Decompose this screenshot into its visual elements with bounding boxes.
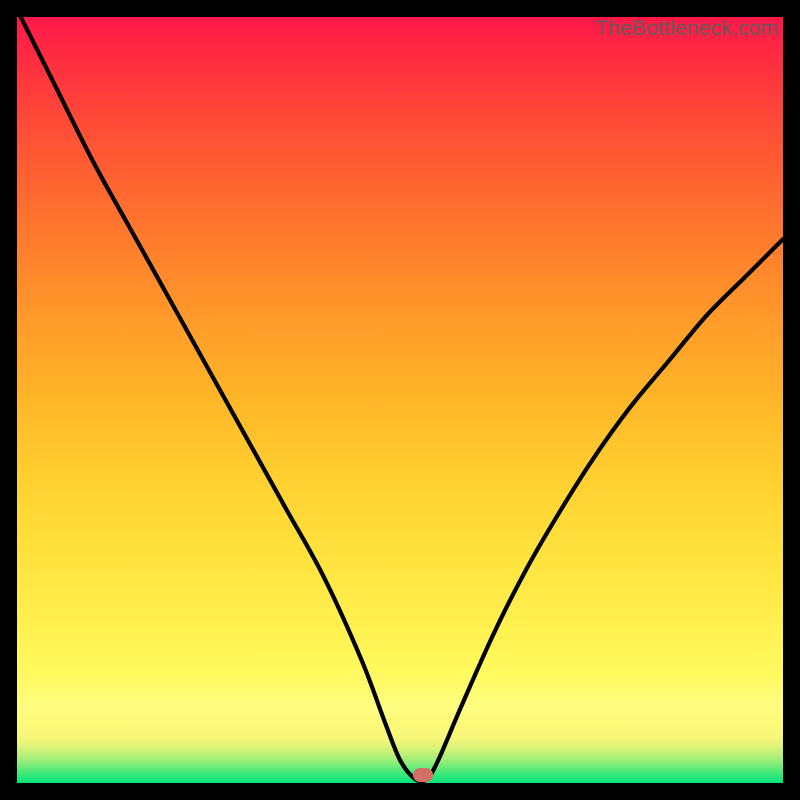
gradient-background: [17, 17, 783, 783]
chart-frame: TheBottleneck.com: [17, 17, 783, 783]
